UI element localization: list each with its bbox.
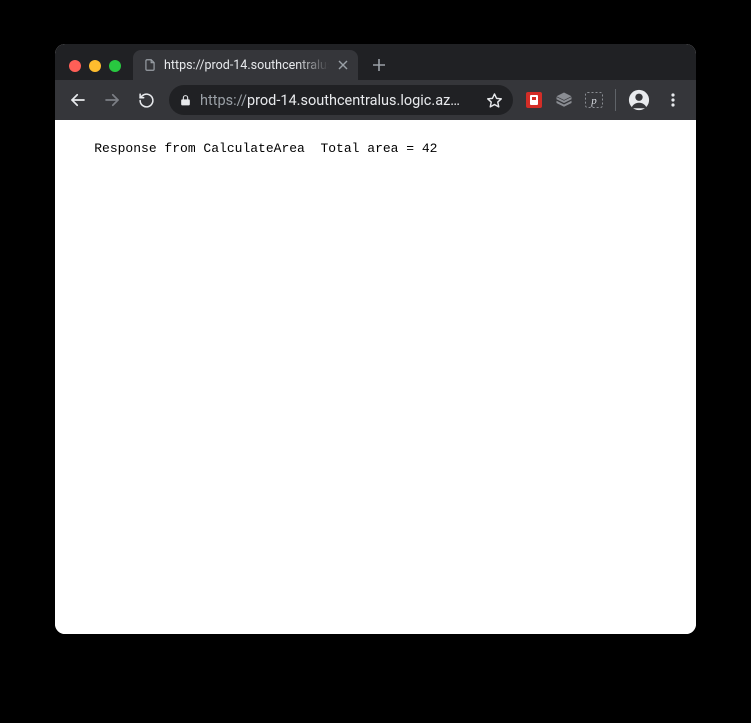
svg-text:p: p xyxy=(590,95,597,107)
window-close-button[interactable] xyxy=(69,60,81,72)
page-favicon-icon xyxy=(143,58,157,72)
forward-button[interactable] xyxy=(97,85,127,115)
address-bar[interactable]: https://prod-14.southcentralus.logic.az… xyxy=(169,85,513,115)
extension-buffer-icon[interactable] xyxy=(551,87,577,113)
profile-avatar-button[interactable] xyxy=(624,85,654,115)
secure-lock-icon[interactable] xyxy=(179,94,192,107)
window-minimize-button[interactable] xyxy=(89,60,101,72)
extension-pocket-icon[interactable]: p xyxy=(581,87,607,113)
url-host-path: prod-14.southcentralus.logic.az… xyxy=(247,92,460,109)
bookmark-star-icon[interactable] xyxy=(486,92,503,109)
window-controls xyxy=(65,60,127,80)
toolbar: https://prod-14.southcentralus.logic.az… xyxy=(55,80,696,120)
back-button[interactable] xyxy=(63,85,93,115)
url-text: https://prod-14.southcentralus.logic.az… xyxy=(200,92,478,109)
tab-close-button[interactable] xyxy=(336,58,350,72)
extension-lastpass-icon[interactable] xyxy=(521,87,547,113)
url-scheme: https:// xyxy=(200,92,247,109)
chrome-menu-button[interactable] xyxy=(658,85,688,115)
tab-strip: https://prod-14.southcentralus xyxy=(55,44,696,80)
new-tab-button[interactable] xyxy=(366,52,392,78)
browser-tab[interactable]: https://prod-14.southcentralus xyxy=(133,50,358,80)
tab-title: https://prod-14.southcentralus xyxy=(164,58,329,73)
reload-button[interactable] xyxy=(131,85,161,115)
toolbar-separator xyxy=(615,89,616,111)
browser-window: https://prod-14.southcentralus xyxy=(55,44,696,634)
page-content: Response from CalculateArea Total area =… xyxy=(55,120,696,634)
window-zoom-button[interactable] xyxy=(109,60,121,72)
response-text: Response from CalculateArea Total area =… xyxy=(94,141,437,156)
